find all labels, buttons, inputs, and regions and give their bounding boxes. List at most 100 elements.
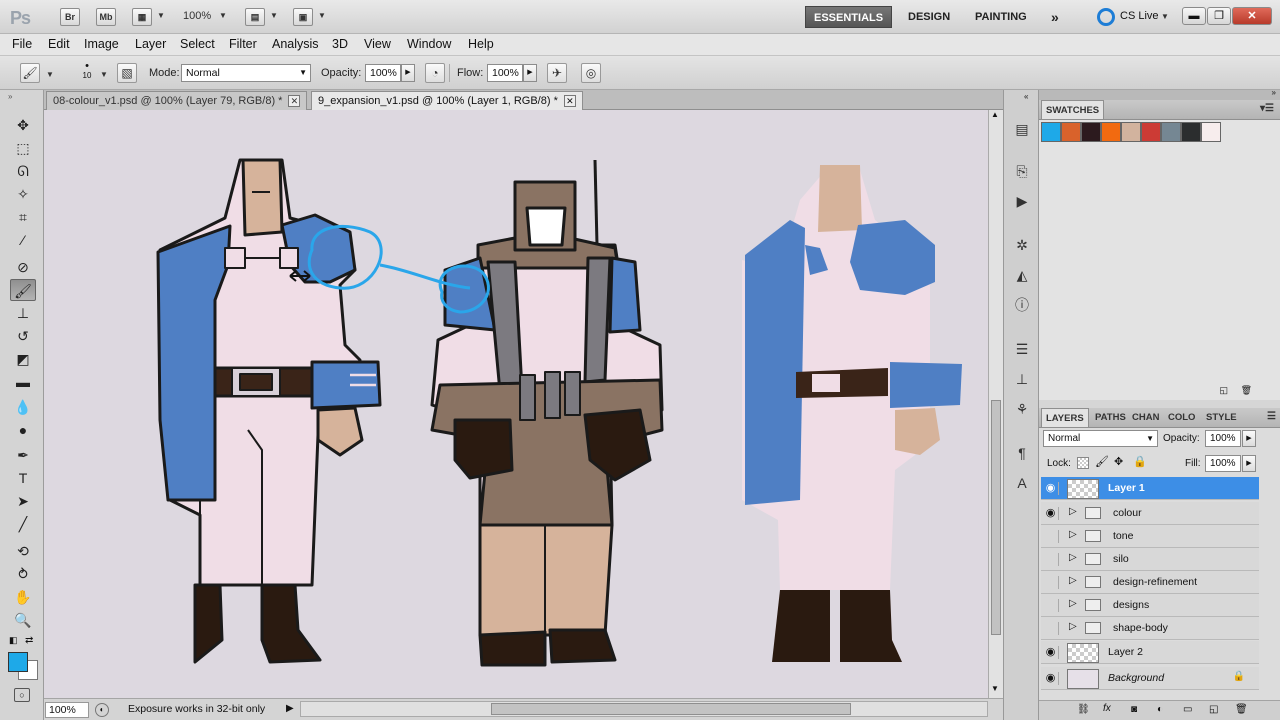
mode-select[interactable]: Normal ▼ [181, 64, 311, 82]
layer-row-layer-1[interactable]: ◉ Layer 1 [1041, 477, 1259, 500]
character-panel-icon[interactable]: A [1011, 472, 1033, 494]
layer-row-shape-body[interactable]: ▷ shape-body [1041, 617, 1259, 640]
new-group-icon[interactable]: ▭ [1183, 704, 1192, 715]
layer-style-icon[interactable]: fx [1103, 703, 1111, 714]
scroll-down-icon[interactable]: ▼ [991, 684, 999, 693]
eyedropper-tool-icon[interactable]: ⁄ [10, 229, 36, 251]
horizontal-scrollbar[interactable] [300, 701, 988, 717]
brush-preset-picker[interactable]: • 10 [76, 61, 98, 85]
color-swatch[interactable] [1081, 122, 1101, 142]
lock-position-icon[interactable]: ✥ [1114, 455, 1123, 468]
tab-paths[interactable]: PATHS [1091, 408, 1130, 427]
mini-bridge-button[interactable]: Mb [96, 8, 116, 26]
color-swatch[interactable] [1101, 122, 1121, 142]
expand-group-icon[interactable]: ▷ [1069, 529, 1077, 540]
hand-tool-icon[interactable]: ✋ [10, 586, 36, 608]
tool-preset-dropdown-icon[interactable]: ▼ [46, 70, 54, 79]
arrange-dropdown-icon[interactable]: ▼ [270, 11, 278, 20]
blur-tool-icon[interactable]: 💧 [10, 396, 36, 418]
history-panel-icon[interactable]: ⎘ [1011, 160, 1033, 182]
delete-swatch-icon[interactable]: 🗑 [1241, 385, 1252, 396]
foreground-color-swatch[interactable] [8, 652, 28, 672]
pressure-size-icon[interactable]: ◎ [581, 63, 601, 83]
cs-live-icon[interactable] [1097, 8, 1115, 26]
navigator-panel-icon[interactable]: ◭ [1011, 264, 1033, 286]
add-mask-icon[interactable]: ◙ [1131, 704, 1137, 715]
lasso-tool-icon[interactable]: ᘏ [10, 160, 36, 182]
3d-orbit-tool-icon[interactable]: ⥁ [10, 563, 36, 585]
tool-preset-brush-icon[interactable]: 🖌 [20, 63, 40, 83]
workspace-essentials[interactable]: ESSENTIALS [805, 6, 893, 28]
airbrush-icon[interactable]: ✈ [547, 63, 567, 83]
vertical-scrollbar[interactable]: ▲ ▼ [988, 110, 1003, 698]
layer-row-designs[interactable]: ▷ designs [1041, 594, 1259, 617]
brush-panel-toggle-icon[interactable]: ▧ [117, 63, 137, 83]
paragraph-panel-icon[interactable]: ¶ [1011, 442, 1033, 464]
clone-source-panel-icon[interactable]: ⊥ [1011, 368, 1033, 390]
visibility-toggle-icon[interactable] [1043, 622, 1059, 635]
scroll-up-icon[interactable]: ▲ [991, 110, 999, 119]
3d-panel-icon[interactable]: ✲ [1011, 234, 1033, 256]
restore-button[interactable]: ❐ [1207, 7, 1231, 25]
tab-9-expansion[interactable]: 9_expansion_v1.psd @ 100% (Layer 1, RGB/… [311, 91, 583, 110]
menu-file[interactable]: File [12, 37, 32, 51]
menu-edit[interactable]: Edit [48, 37, 70, 51]
workspace-painting[interactable]: PAINTING [967, 6, 1035, 28]
3d-rotate-tool-icon[interactable]: ⟲ [10, 540, 36, 562]
layer-row-background[interactable]: ◉ Background 🔒 [1041, 667, 1259, 690]
tab-channels[interactable]: CHAN [1128, 408, 1163, 427]
zoom-dropdown-icon[interactable]: ▼ [219, 11, 227, 20]
menu-3d[interactable]: 3D [332, 37, 348, 51]
screen-mode-button[interactable]: ▣ [293, 8, 313, 26]
move-tool-icon[interactable]: ✥ [10, 114, 36, 136]
layer-opacity-slider-button[interactable]: ▶ [1242, 430, 1256, 447]
menu-filter[interactable]: Filter [229, 37, 257, 51]
actions-panel-icon[interactable]: ▶ [1011, 190, 1033, 212]
close-tab-icon[interactable]: ✕ [563, 95, 576, 107]
flow-field[interactable]: 100% [487, 64, 523, 82]
shape-tool-icon[interactable]: ╱ [10, 513, 36, 535]
gradient-tool-icon[interactable]: ▬ [10, 371, 36, 393]
swap-colors-icon[interactable]: ⇄ [25, 635, 33, 646]
flow-slider-button[interactable]: ▶ [523, 64, 537, 82]
adjustment-layer-icon[interactable]: ◐ [1157, 704, 1163, 715]
status-menu-arrow-icon[interactable]: ▶ [286, 703, 294, 714]
dodge-tool-icon[interactable]: ● [10, 419, 36, 441]
cs-live-label[interactable]: CS Live [1120, 10, 1159, 22]
history-brush-tool-icon[interactable]: ↺ [10, 325, 36, 347]
quick-selection-tool-icon[interactable]: ✧ [10, 183, 36, 205]
lock-all-icon[interactable]: 🔒 [1133, 455, 1147, 468]
visibility-eye-icon[interactable]: ◉ [1043, 672, 1059, 685]
status-info-icon[interactable]: ◐ [95, 703, 109, 717]
brush-preset-dropdown-icon[interactable]: ▼ [100, 70, 108, 79]
status-zoom-field[interactable]: 100% [45, 702, 89, 718]
visibility-toggle-icon[interactable] [1043, 599, 1059, 612]
visibility-eye-icon[interactable]: ◉ [1043, 507, 1059, 520]
fill-field[interactable]: 100% [1205, 455, 1241, 472]
eraser-tool-icon[interactable]: ◩ [10, 348, 36, 370]
menu-window[interactable]: Window [407, 37, 451, 51]
opacity-field[interactable]: 100% [365, 64, 401, 82]
screen-mode-dropdown-icon[interactable]: ▼ [318, 11, 326, 20]
tab-layers[interactable]: LAYERS [1041, 408, 1089, 427]
arrange-documents-button[interactable]: ▤ [245, 8, 265, 26]
expand-group-icon[interactable]: ▷ [1069, 575, 1077, 586]
tools-collapse-icon[interactable]: » [8, 92, 12, 101]
menu-analysis[interactable]: Analysis [272, 37, 319, 51]
lock-pixels-icon[interactable]: 🖌 [1095, 455, 1109, 468]
new-layer-icon[interactable]: ◱ [1209, 704, 1218, 715]
more-workspaces-icon[interactable]: » [1043, 6, 1067, 28]
crop-tool-icon[interactable]: ⌗ [10, 206, 36, 228]
path-selection-tool-icon[interactable]: ➤ [10, 490, 36, 512]
menu-select[interactable]: Select [180, 37, 215, 51]
vertical-scroll-thumb[interactable] [991, 400, 1001, 635]
clone-stamp-tool-icon[interactable]: ⊥ [10, 302, 36, 324]
view-extras-dropdown-icon[interactable]: ▼ [157, 11, 165, 20]
menu-help[interactable]: Help [468, 37, 494, 51]
minimize-button[interactable]: ▬ [1182, 7, 1206, 25]
expand-group-icon[interactable]: ▷ [1069, 598, 1077, 609]
close-tab-icon[interactable]: ✕ [288, 95, 301, 107]
layers-panel-menu-icon[interactable]: ☰ [1267, 411, 1276, 422]
document-canvas[interactable] [44, 110, 988, 698]
adjustments-panel-icon[interactable]: ☰ [1011, 338, 1033, 360]
